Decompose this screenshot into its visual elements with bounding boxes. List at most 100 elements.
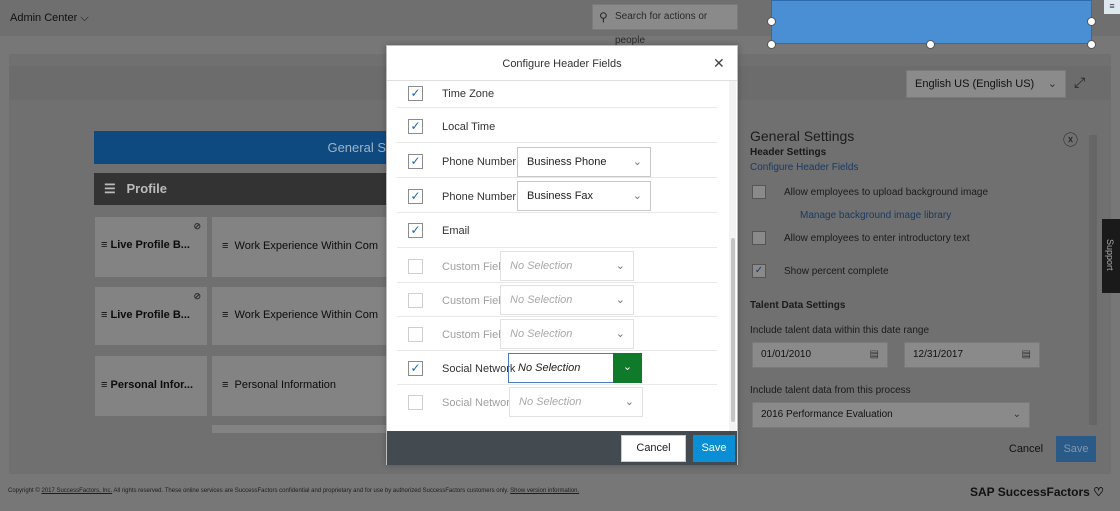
close-icon[interactable]: ✕	[713, 55, 725, 72]
search-placeholder: Search for actions or people	[615, 11, 708, 46]
profile-block-card[interactable]: ⊘ ≡ Live Profile B...	[95, 287, 207, 345]
select-value: No Selection	[510, 260, 573, 272]
header-settings-heading: Header Settings	[750, 147, 827, 158]
page-cancel-button[interactable]: Cancel	[1002, 436, 1050, 462]
field-label: Phone Number 1	[442, 156, 526, 168]
field-checkbox[interactable]	[408, 259, 423, 274]
custom-field-select[interactable]: No Selection ⌄	[500, 251, 634, 281]
version-info-link[interactable]: Show version information.	[510, 488, 579, 494]
profile-block-card[interactable]: ≡ Personal Infor...	[95, 356, 207, 416]
profile-block-card[interactable]: ⊘ ≡ Live Profile B...	[95, 217, 207, 277]
field-checkbox[interactable]: ✓	[408, 361, 423, 376]
card-label: ≡ Live Profile B...	[101, 309, 190, 321]
custom-field-select[interactable]: No Selection ⌄	[500, 319, 634, 349]
resize-handle[interactable]	[767, 17, 776, 26]
percent-complete-checkbox[interactable]: ✓	[752, 264, 766, 278]
field-row-email: ✓ Email	[397, 214, 717, 248]
social-network-select[interactable]: No Selection ⌄	[509, 387, 643, 417]
notes-icon[interactable]: ≡	[1104, 0, 1120, 14]
talent-settings-heading: Talent Data Settings	[750, 300, 846, 311]
search-input[interactable]: ⚲ Search for actions or people	[592, 4, 738, 46]
hidden-eye-icon: ⊘	[193, 291, 201, 301]
profile-label: Profile	[126, 181, 167, 196]
process-value: 2016 Performance Evaluation	[761, 409, 893, 420]
admin-center-menu[interactable]: Admin Center ⌵	[10, 12, 89, 25]
calendar-icon[interactable]: ▤	[1022, 343, 1031, 367]
resize-handle[interactable]	[767, 40, 776, 49]
page-save-button[interactable]: Save	[1056, 436, 1096, 462]
fullscreen-icon[interactable]: ⤢	[1074, 74, 1085, 91]
select-value: No Selection	[518, 362, 581, 374]
process-label: Include talent data from this process	[750, 385, 911, 396]
date-range-label: Include talent data within this date ran…	[750, 325, 930, 336]
field-checkbox[interactable]: ✓	[408, 154, 423, 169]
field-row-custom-2: Custom Field No Selection ⌄	[397, 283, 717, 317]
save-button[interactable]: Save	[693, 435, 735, 462]
intro-text-checkbox[interactable]	[752, 231, 766, 245]
process-select[interactable]: 2016 Performance Evaluation ⌄	[752, 402, 1030, 428]
scrollbar-thumb[interactable]	[731, 238, 735, 422]
field-checkbox[interactable]: ✓	[408, 189, 423, 204]
menu-icon: ☰	[104, 181, 116, 196]
resize-handle[interactable]	[1087, 40, 1096, 49]
date-from-field[interactable]: 01/01/2010 ▤	[752, 342, 888, 368]
selected-shape[interactable]	[771, 0, 1092, 44]
dialog-title: Configure Header Fields	[502, 58, 622, 70]
settings-scrollbar[interactable]	[1089, 135, 1097, 425]
language-value: English US (English US)	[915, 78, 1035, 90]
heart-icon: ♡	[1093, 485, 1104, 499]
support-tab[interactable]: Support	[1102, 219, 1120, 293]
field-checkbox[interactable]	[408, 395, 423, 410]
chevron-down-icon: ⌄	[624, 396, 634, 408]
phone-type-select[interactable]: Business Fax ⌄	[517, 181, 651, 211]
percent-complete-label: Show percent complete	[784, 266, 889, 277]
field-row-social-network-2: Social Network No Selection ⌄	[397, 385, 717, 419]
field-checkbox[interactable]	[408, 293, 423, 308]
field-label: Social Network	[442, 397, 516, 409]
manage-bg-link[interactable]: Manage background image library	[800, 210, 951, 221]
footer-copyright: Copyright © 2017 SuccessFactors, Inc. Al…	[8, 488, 579, 494]
sap-logo: SAP SuccessFactors ♡	[970, 485, 1104, 499]
general-settings-label: General S	[327, 140, 386, 155]
phone-type-select[interactable]: Business Phone ⌄	[517, 147, 651, 177]
field-label: Email	[442, 225, 470, 237]
field-row-phone-2: ✓ Phone Number 2 Business Fax ⌄	[397, 179, 717, 213]
field-label: Local Time	[442, 121, 496, 133]
field-checkbox[interactable]: ✓	[408, 86, 423, 101]
close-circle-icon[interactable]: ⓧ	[1063, 129, 1078, 150]
field-checkbox[interactable]: ✓	[408, 223, 423, 238]
chevron-down-icon: ⌵	[80, 12, 89, 24]
copyright-text: All rights reserved. These online servic…	[113, 488, 509, 494]
select-value: No Selection	[510, 294, 573, 306]
date-to-field[interactable]: 12/31/2017 ▤	[904, 342, 1040, 368]
language-select[interactable]: English US (English US) ⌄	[906, 70, 1066, 98]
upload-bg-checkbox[interactable]	[752, 185, 766, 199]
cancel-button[interactable]: Cancel	[621, 435, 686, 462]
field-row-social-network-1: ✓ Social Network No Selection ⌄	[397, 351, 717, 385]
upload-bg-label: Allow employees to upload background ima…	[784, 187, 989, 198]
profile-section-bar[interactable]: ☰ Profile	[94, 173, 386, 205]
chevron-down-icon: ⌄	[632, 156, 642, 168]
profile-block-card[interactable]: ≡ Work Experience Within Com	[212, 287, 386, 345]
general-settings-bar[interactable]: General S	[94, 131, 386, 164]
card-label: ≡ Personal Infor...	[101, 379, 194, 391]
select-value: Business Fax	[527, 190, 594, 202]
chevron-down-icon: ⌄	[632, 190, 642, 202]
field-checkbox[interactable]: ✓	[408, 119, 423, 134]
copyright-link[interactable]: 2017 SuccessFactors, Inc.	[41, 488, 112, 494]
calendar-icon[interactable]: ▤	[870, 343, 879, 367]
custom-field-select[interactable]: No Selection ⌄	[500, 285, 634, 315]
resize-handle[interactable]	[926, 40, 935, 49]
field-checkbox[interactable]	[408, 327, 423, 342]
profile-block-card[interactable]: ≡ Personal Information	[212, 356, 386, 416]
configure-header-fields-link[interactable]: Configure Header Fields	[750, 162, 858, 173]
logo-text: SAP SuccessFactors	[970, 485, 1090, 499]
resize-handle[interactable]	[1087, 17, 1096, 26]
field-row-custom-1: Custom Field No Selection ⌄	[397, 249, 717, 283]
settings-title: General Settings	[750, 128, 855, 144]
chevron-down-icon[interactable]: ⌄	[613, 353, 642, 383]
copyright-prefix: Copyright ©	[8, 488, 40, 494]
date-to-value: 12/31/2017	[913, 349, 964, 360]
configure-header-fields-dialog: Configure Header Fields ✕ ✓ Time Zone ✓ …	[386, 45, 738, 465]
profile-block-card[interactable]: ≡ Work Experience Within Com	[212, 217, 386, 277]
